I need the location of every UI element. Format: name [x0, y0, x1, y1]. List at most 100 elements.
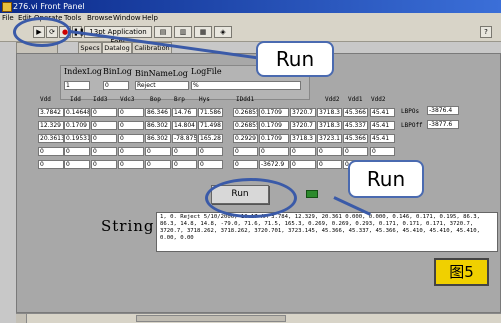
lbpoff-field[interactable]: -3877.6: [427, 120, 459, 129]
col-header-vdd: Vdd: [40, 96, 51, 103]
menu-help[interactable]: Help: [142, 13, 158, 23]
table-cell[interactable]: 0: [38, 147, 64, 156]
table-cell[interactable]: 0.1709: [64, 121, 90, 130]
distribute-icon[interactable]: ▥: [174, 26, 192, 38]
indexlog-field[interactable]: 1: [64, 81, 90, 90]
table-cell[interactable]: 86.302: [145, 134, 171, 143]
labview-icon: [2, 2, 12, 12]
table-cell[interactable]: 71.586: [198, 108, 223, 117]
table-cell[interactable]: 3723.1: [317, 134, 342, 143]
col-header-brp: Brp: [174, 96, 185, 103]
table-cell[interactable]: 0: [118, 134, 144, 143]
table-cell[interactable]: 14.76: [172, 108, 197, 117]
scroll-thumb[interactable]: [136, 315, 286, 322]
table-cell[interactable]: 0: [38, 160, 64, 169]
binnamelog-label: BinNameLog: [135, 69, 188, 78]
table-cell[interactable]: 0: [172, 160, 197, 169]
table-cell[interactable]: 0: [118, 108, 144, 117]
table-cell[interactable]: 3718.3: [317, 121, 342, 130]
table-cell[interactable]: 45.41: [370, 108, 395, 117]
table-cell[interactable]: 0.26855: [233, 108, 258, 117]
col-header-vdd2a: Vdd2: [325, 96, 340, 103]
col-header-vdd2b: Vdd2: [371, 96, 386, 103]
table-cell[interactable]: 0: [91, 147, 117, 156]
table-cell[interactable]: 0: [233, 147, 258, 156]
table-cell[interactable]: 3718.3: [317, 108, 342, 117]
table-cell[interactable]: 0: [233, 160, 258, 169]
table-cell[interactable]: 0: [64, 160, 90, 169]
table-cell[interactable]: 0: [172, 147, 197, 156]
table-cell[interactable]: 165.28: [198, 134, 223, 143]
col-header-iddd1: IDdd1: [236, 96, 255, 103]
binlog-field[interactable]: 0: [103, 81, 129, 90]
table-cell[interactable]: 0: [198, 147, 223, 156]
table-cell[interactable]: 0.19531: [64, 134, 90, 143]
col-header-vdc3: Vdc3: [120, 96, 135, 103]
menu-window[interactable]: Window: [113, 13, 141, 23]
menu-file[interactable]: File: [2, 13, 14, 23]
table-cell[interactable]: 86.346: [145, 108, 171, 117]
toolbar-highlight-ring: [13, 17, 71, 47]
col-header-vdd1: Vdd1: [348, 96, 363, 103]
string-indicator[interactable]: 1, 0. Reject 5/10/2006, 10:17 AM 3.784, …: [156, 212, 498, 252]
table-cell[interactable]: 0: [91, 121, 117, 130]
table-cell[interactable]: 3718.3: [290, 134, 316, 143]
table-cell[interactable]: 0: [317, 147, 342, 156]
table-cell[interactable]: 0: [343, 147, 368, 156]
logfile-label: LogFile: [191, 67, 222, 76]
lbpos-field[interactable]: -3876.4: [427, 106, 459, 115]
table-cell[interactable]: 0: [145, 147, 171, 156]
table-cell[interactable]: 45.366: [343, 134, 368, 143]
table-cell[interactable]: 0.26855: [233, 121, 258, 130]
table-cell[interactable]: 86.302: [145, 121, 171, 130]
figure-label: 图5: [434, 258, 489, 286]
table-cell[interactable]: 0.1709: [259, 134, 289, 143]
table-cell[interactable]: 12.329: [38, 121, 64, 130]
table-cell[interactable]: -3672.9: [259, 160, 289, 169]
table-cell[interactable]: 45.337: [343, 121, 368, 130]
menu-tools[interactable]: Tools: [64, 13, 81, 23]
menu-bar: File Edit Operate Tools Browse Window He…: [0, 13, 501, 23]
table-cell[interactable]: 3720.7: [290, 121, 316, 130]
table-cell[interactable]: 71.498: [198, 121, 223, 130]
table-cell[interactable]: 0: [198, 160, 223, 169]
run-button-highlight-ring: [205, 178, 297, 218]
resize-icon[interactable]: ▦: [194, 26, 212, 38]
menu-browse[interactable]: Browse: [87, 13, 113, 23]
align-icon[interactable]: ▤: [154, 26, 172, 38]
table-cell[interactable]: 0.1709: [259, 121, 289, 130]
table-cell[interactable]: 3720.7: [290, 108, 316, 117]
table-cell[interactable]: 14.804: [172, 121, 197, 130]
table-cell[interactable]: 0: [290, 160, 316, 169]
table-cell[interactable]: 0: [64, 147, 90, 156]
string-label: String: [101, 217, 155, 235]
col-header-idd: Idd: [70, 96, 81, 103]
table-cell[interactable]: 0.14648: [64, 108, 90, 117]
table-cell[interactable]: 20.3613: [38, 134, 64, 143]
table-cell[interactable]: 45.366: [343, 108, 368, 117]
horizontal-scrollbar[interactable]: [16, 313, 501, 323]
table-cell[interactable]: 0: [259, 147, 289, 156]
table-cell[interactable]: 3.7842: [38, 108, 64, 117]
binlog-label: BinLog: [103, 67, 132, 76]
table-cell[interactable]: 0.29297: [233, 134, 258, 143]
table-cell[interactable]: 0: [91, 160, 117, 169]
table-cell[interactable]: 0: [91, 108, 117, 117]
table-cell[interactable]: 0: [118, 160, 144, 169]
table-cell[interactable]: 0: [118, 147, 144, 156]
table-cell[interactable]: 45.41: [370, 134, 395, 143]
table-cell[interactable]: -78.875: [172, 134, 197, 143]
table-cell[interactable]: 0: [91, 134, 117, 143]
scroll-left-icon[interactable]: [16, 314, 27, 323]
logfile-field[interactable]: %: [191, 81, 301, 90]
table-cell[interactable]: 0: [145, 160, 171, 169]
binnamelog-field[interactable]: Reject: [135, 81, 189, 90]
table-cell[interactable]: 0: [290, 147, 316, 156]
table-cell[interactable]: 0.1709: [259, 108, 289, 117]
table-cell[interactable]: 0: [370, 147, 395, 156]
table-cell[interactable]: 0: [317, 160, 342, 169]
title-bar: 276.vi Front Panel: [0, 0, 501, 13]
reorder-icon[interactable]: ◈: [214, 26, 232, 38]
table-cell[interactable]: 45.41: [370, 121, 395, 130]
table-cell[interactable]: 0: [118, 121, 144, 130]
